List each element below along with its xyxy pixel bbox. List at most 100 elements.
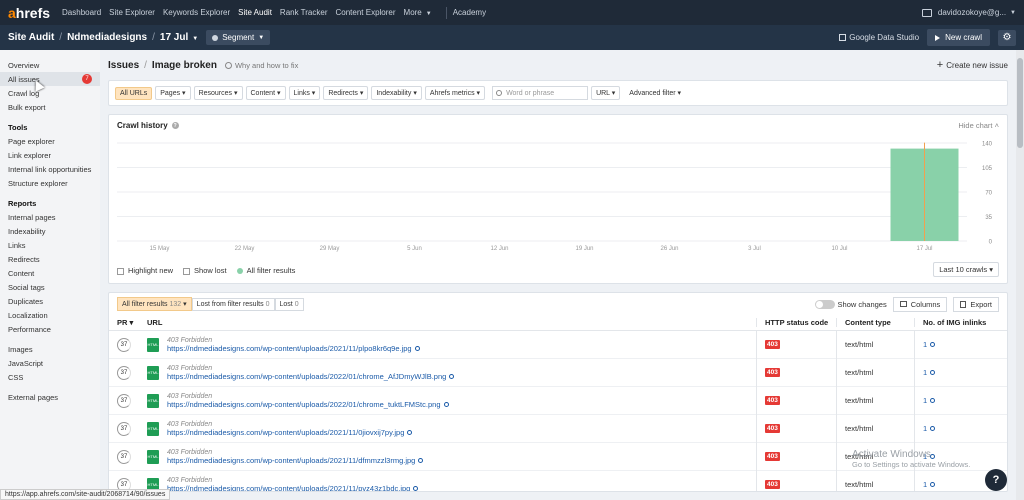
columns-button[interactable]: Columns bbox=[892, 296, 948, 312]
search-icon[interactable] bbox=[930, 370, 936, 375]
legend-all-filter-results[interactable]: All filter results bbox=[236, 266, 295, 275]
scrollbar-thumb[interactable] bbox=[1017, 58, 1023, 148]
search-icon[interactable] bbox=[930, 342, 936, 347]
col-http-status[interactable]: HTTP status code bbox=[756, 318, 836, 327]
nav-rank-tracker[interactable]: Rank Tracker bbox=[280, 8, 328, 17]
url-cell: HTML 403 Forbidden https://ndmediadesigns.… bbox=[139, 337, 756, 353]
nav-dashboard[interactable]: Dashboard bbox=[62, 8, 101, 17]
url-link[interactable]: https://ndmediadesigns.com/wp-content/up… bbox=[167, 428, 413, 437]
search-icon[interactable] bbox=[414, 345, 420, 351]
http-cell: 403 bbox=[756, 470, 836, 491]
sidebar-item-duplicates[interactable]: Duplicates bbox=[0, 294, 100, 308]
page-scrollbar[interactable] bbox=[1016, 50, 1024, 500]
breadcrumb-crawl-date[interactable]: 17 Jul ▼ bbox=[160, 32, 198, 43]
hide-chart-button[interactable]: Hide chart ˄ bbox=[958, 121, 999, 130]
inlinks-cell[interactable]: 1 bbox=[914, 358, 936, 387]
filter-redirects[interactable]: Redirects ▾ bbox=[323, 86, 369, 100]
export-button[interactable]: Export bbox=[953, 296, 999, 312]
filter-content[interactable]: Content ▾ bbox=[245, 86, 286, 100]
segment-button[interactable]: Segment ▼ bbox=[206, 30, 271, 45]
sidebar-item-page-explorer[interactable]: Page explorer bbox=[0, 134, 100, 148]
nav-site-audit[interactable]: Site Audit bbox=[238, 8, 272, 17]
user-menu[interactable]: davidozokoye@g... ▼ bbox=[921, 8, 1016, 17]
show-changes-toggle[interactable]: Show changes bbox=[814, 299, 887, 309]
sidebar-item-social-tags[interactable]: Social tags bbox=[0, 280, 100, 294]
new-crawl-button[interactable]: New crawl bbox=[927, 29, 990, 46]
filter-ahrefs-metrics[interactable]: Ahrefs metrics ▾ bbox=[424, 86, 486, 100]
filter-pages[interactable]: Pages ▾ bbox=[155, 86, 191, 100]
sidebar-item-internal-pages[interactable]: Internal pages bbox=[0, 210, 100, 224]
search-icon[interactable] bbox=[930, 426, 936, 431]
inlinks-cell[interactable]: 1 bbox=[914, 414, 936, 443]
nav-content-explorer[interactable]: Content Explorer bbox=[336, 8, 396, 17]
google-data-studio-link[interactable]: Google Data Studio bbox=[839, 33, 919, 42]
url-scope-select[interactable]: URL ▾ bbox=[591, 86, 621, 100]
x-tick-label: 15 May bbox=[150, 246, 170, 252]
help-button[interactable]: ? bbox=[985, 469, 1007, 491]
col-pr[interactable]: PR ▾ bbox=[109, 318, 139, 327]
url-link[interactable]: https://ndmediadesigns.com/wp-content/up… bbox=[167, 344, 420, 353]
help-icon[interactable]: ? bbox=[171, 122, 179, 129]
nav-keywords-explorer[interactable]: Keywords Explorer bbox=[163, 8, 230, 17]
search-icon[interactable] bbox=[443, 401, 449, 407]
url-link[interactable]: https://ndmediadesigns.com/wp-content/up… bbox=[167, 400, 449, 409]
sidebar-item-images[interactable]: Images bbox=[0, 342, 100, 356]
tab-lost[interactable]: Lost 0 bbox=[274, 297, 304, 311]
filter-indexability[interactable]: Indexability ▾ bbox=[371, 86, 422, 100]
url-link[interactable]: https://ndmediadesigns.com/wp-content/up… bbox=[167, 372, 455, 381]
last-crawls-select[interactable]: Last 10 crawls ▾ bbox=[933, 262, 999, 277]
sidebar-item-javascript[interactable]: JavaScript bbox=[0, 356, 100, 370]
search-icon[interactable] bbox=[930, 482, 936, 487]
sidebar-item-content[interactable]: Content bbox=[0, 266, 100, 280]
sidebar-item-indexability[interactable]: Indexability bbox=[0, 224, 100, 238]
sidebar-item-links[interactable]: Links bbox=[0, 238, 100, 252]
breadcrumb-site-audit[interactable]: Site Audit bbox=[8, 32, 54, 43]
filter-links[interactable]: Links ▾ bbox=[288, 86, 321, 100]
url-link[interactable]: https://ndmediadesigns.com/wp-content/up… bbox=[167, 484, 419, 491]
nav-site-explorer[interactable]: Site Explorer bbox=[109, 8, 155, 17]
nav-more[interactable]: More ▼ bbox=[404, 8, 432, 17]
page-title-issues[interactable]: Issues bbox=[108, 60, 139, 71]
why-how-link[interactable]: Why and how to fix bbox=[224, 61, 298, 70]
highlight-new-checkbox[interactable]: Highlight new bbox=[117, 266, 173, 275]
sidebar-item-bulk-export[interactable]: Bulk export bbox=[0, 100, 100, 114]
sidebar-item-crawl-log[interactable]: Crawl log bbox=[0, 86, 100, 100]
col-img-inlinks[interactable]: No. of IMG inlinks bbox=[914, 318, 986, 327]
sidebar-item-localization[interactable]: Localization bbox=[0, 308, 100, 322]
create-issue-button[interactable]: + Create new issue bbox=[937, 59, 1008, 71]
sidebar-item-performance[interactable]: Performance bbox=[0, 322, 100, 336]
sidebar-item-redirects[interactable]: Redirects bbox=[0, 252, 100, 266]
sidebar-item-link-explorer[interactable]: Link explorer bbox=[0, 148, 100, 162]
inlinks-cell[interactable]: 1 bbox=[914, 330, 936, 359]
sidebar-item-all-issues[interactable]: All issues 7 bbox=[0, 72, 100, 86]
sidebar-item-css[interactable]: CSS bbox=[0, 370, 100, 384]
advanced-filter-button[interactable]: Advanced filter ▾ bbox=[629, 89, 681, 97]
gear-icon[interactable]: ⚙ bbox=[998, 29, 1016, 46]
nav-academy[interactable]: Academy bbox=[453, 8, 486, 17]
sidebar-item-external-pages[interactable]: External pages bbox=[0, 390, 100, 404]
lightbulb-icon bbox=[224, 61, 232, 69]
search-icon[interactable] bbox=[418, 457, 424, 463]
search-icon[interactable] bbox=[407, 429, 413, 435]
show-lost-checkbox[interactable]: Show lost bbox=[183, 266, 227, 275]
url-link[interactable]: https://ndmediadesigns.com/wp-content/up… bbox=[167, 456, 424, 465]
main-content: Issues / Image broken Why and how to fix… bbox=[100, 50, 1016, 500]
filter-all-urls[interactable]: All URLs bbox=[115, 86, 153, 100]
col-url[interactable]: URL bbox=[139, 318, 756, 327]
tab-all-filter-results[interactable]: All filter results 132 ▾ bbox=[117, 297, 192, 311]
search-input[interactable]: Word or phrase bbox=[492, 86, 589, 100]
filter-resources[interactable]: Resources ▾ bbox=[193, 86, 243, 100]
inlinks-cell[interactable]: 1 bbox=[914, 386, 936, 415]
sidebar-item-structure-explorer[interactable]: Structure explorer bbox=[0, 176, 100, 190]
sidebar-item-overview[interactable]: Overview bbox=[0, 58, 100, 72]
search-icon[interactable] bbox=[413, 485, 419, 491]
inlinks-cell[interactable]: 1 bbox=[914, 470, 936, 491]
breadcrumb-project[interactable]: Ndmediadesigns bbox=[67, 32, 147, 43]
col-content-type[interactable]: Content type bbox=[836, 318, 914, 327]
tab-lost-from-filter[interactable]: Lost from filter results 0 bbox=[191, 297, 275, 311]
search-icon[interactable] bbox=[930, 398, 936, 403]
show-changes-label: Show changes bbox=[837, 299, 887, 309]
ahrefs-logo[interactable]: ahrefs bbox=[8, 5, 50, 21]
search-icon[interactable] bbox=[449, 373, 455, 379]
sidebar-item-internal-link-opportunities[interactable]: Internal link opportunities bbox=[0, 162, 100, 176]
